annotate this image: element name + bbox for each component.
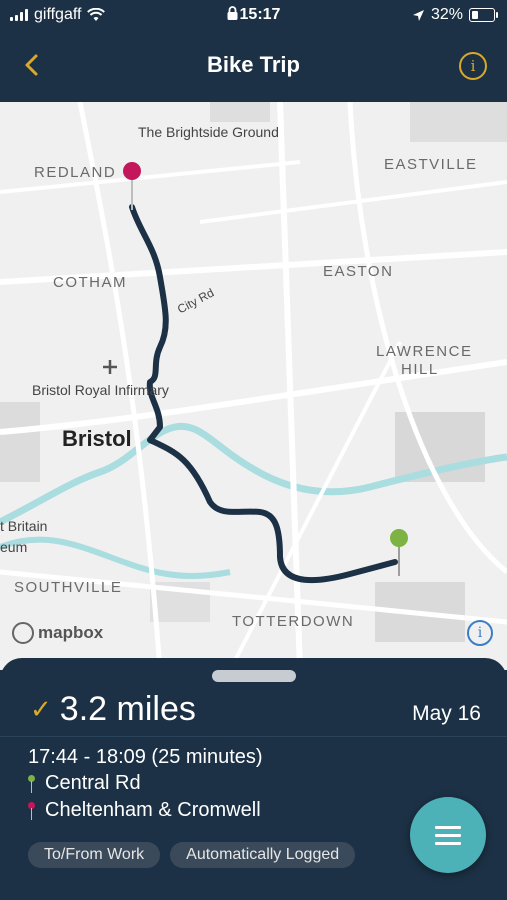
magenta-pin-icon bbox=[28, 801, 35, 820]
trip-map[interactable]: The Brightside Ground REDLAND EASTVILLE … bbox=[0, 102, 507, 670]
checkmark-icon: ✓ bbox=[30, 694, 52, 724]
tag-automatically-logged[interactable]: Automatically Logged bbox=[170, 842, 356, 868]
trip-tags: To/From Work Automatically Logged bbox=[28, 842, 356, 868]
start-location-label: Central Rd bbox=[45, 772, 141, 794]
map-label-cotham: COTHAM bbox=[53, 274, 127, 291]
distance-value: 3.2 miles bbox=[59, 690, 196, 728]
info-button[interactable]: i bbox=[459, 52, 487, 80]
menu-icon-bar bbox=[435, 842, 461, 845]
trip-distance: ✓ 3.2 miles bbox=[30, 690, 196, 729]
status-right: 32% bbox=[412, 6, 498, 24]
map-label-brightside: The Brightside Ground bbox=[138, 124, 279, 140]
map-label-infirmary: Bristol Royal Infirmary bbox=[32, 382, 169, 398]
nav-bar: Bike Trip i bbox=[0, 32, 507, 102]
map-label-redland: REDLAND bbox=[34, 164, 117, 181]
sheet-drag-handle[interactable] bbox=[212, 670, 296, 682]
info-circle-icon: i bbox=[477, 625, 483, 641]
map-label-southville: SOUTHVILLE bbox=[14, 579, 123, 596]
green-pin-icon bbox=[28, 774, 35, 793]
map-label-bristol: Bristol bbox=[62, 426, 132, 451]
start-location: Central Rd bbox=[28, 772, 141, 795]
page-title: Bike Trip bbox=[207, 52, 300, 77]
battery-icon bbox=[469, 8, 498, 22]
trip-time-range: 17:44 - 18:09 (25 minutes) bbox=[28, 746, 263, 768]
location-arrow-icon bbox=[412, 9, 424, 21]
map-label-hill: HILL bbox=[401, 361, 439, 378]
time-label: 15:17 bbox=[239, 6, 281, 23]
map-label-lawrence: LAWRENCE bbox=[376, 343, 473, 360]
menu-button[interactable] bbox=[410, 797, 486, 873]
mapbox-label: mapbox bbox=[38, 623, 104, 642]
mapbox-icon bbox=[12, 622, 34, 644]
map-label-britain: t Britain bbox=[0, 518, 48, 534]
map-label-eum: eum bbox=[0, 539, 28, 555]
map-label-totterdown: TOTTERDOWN bbox=[232, 613, 355, 630]
menu-icon bbox=[435, 826, 461, 829]
lock-icon bbox=[227, 6, 238, 20]
battery-percent: 32% bbox=[430, 6, 463, 23]
map-attribution-info-button[interactable]: i bbox=[467, 620, 493, 646]
map-label-easton: EASTON bbox=[323, 263, 394, 280]
map-label-eastville: EASTVILLE bbox=[384, 156, 478, 173]
trip-date: May 16 bbox=[412, 702, 481, 725]
info-circle-icon: i bbox=[470, 57, 476, 75]
tag-to-from-work[interactable]: To/From Work bbox=[28, 842, 161, 868]
end-location-label: Cheltenham & Cromwell bbox=[45, 799, 261, 821]
menu-icon-bar bbox=[435, 834, 461, 837]
status-bar: giffgaff 15:17 32% bbox=[0, 0, 507, 32]
mapbox-logo[interactable]: mapbox bbox=[12, 622, 103, 644]
divider bbox=[0, 736, 507, 737]
end-location: Cheltenham & Cromwell bbox=[28, 799, 261, 822]
